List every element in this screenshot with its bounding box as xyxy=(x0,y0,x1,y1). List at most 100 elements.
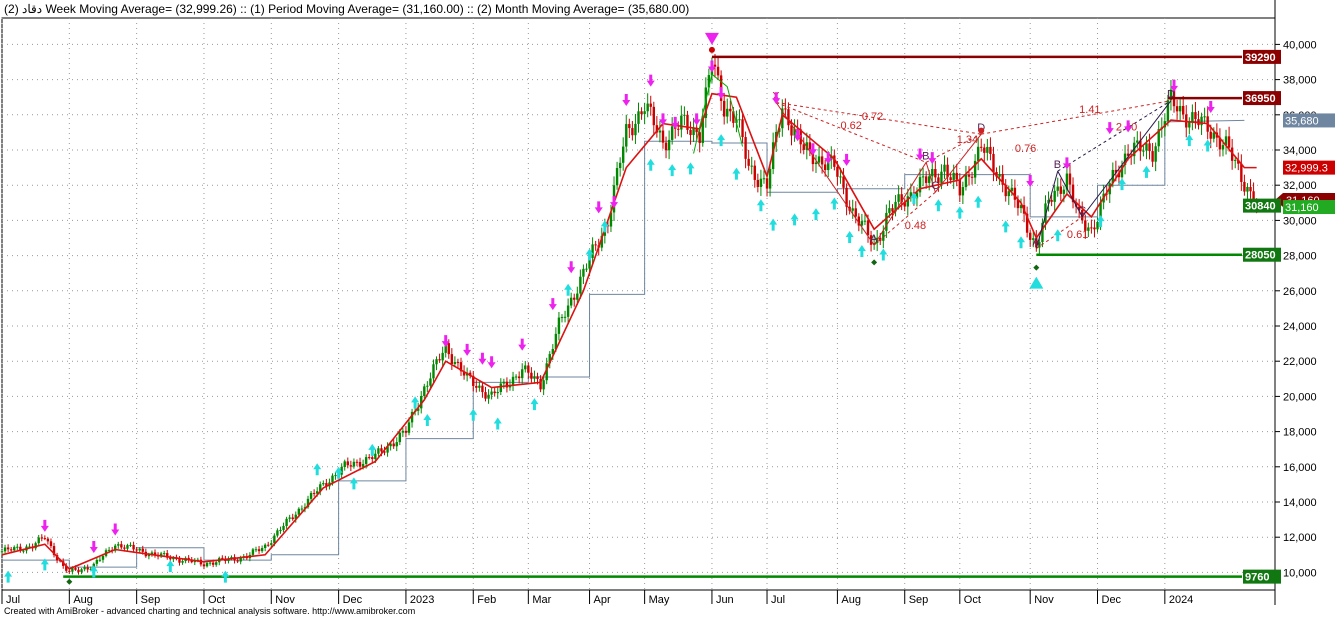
candle-body xyxy=(860,221,864,226)
candle-body xyxy=(392,443,395,447)
candle-body xyxy=(1142,150,1145,152)
candle-body xyxy=(101,555,105,560)
footer-credit: Created with AmiBroker - advanced charti… xyxy=(4,606,416,616)
candle-body xyxy=(759,178,763,187)
candle-body xyxy=(349,465,353,467)
buy-arrow-icon xyxy=(811,208,820,221)
candle-body xyxy=(107,549,111,551)
candle-body xyxy=(1154,146,1157,162)
buy-arrow-icon xyxy=(1001,220,1010,233)
candle-body xyxy=(716,66,720,76)
candle-body xyxy=(447,343,450,355)
pattern-ratio-label: 0.48 xyxy=(905,220,926,232)
sell-arrow-icon xyxy=(548,298,557,311)
candle-body xyxy=(980,146,983,148)
candle-body xyxy=(499,383,502,393)
candle-body xyxy=(6,547,10,550)
sell-arrow-icon xyxy=(842,153,851,166)
candle-body xyxy=(205,562,209,567)
candle-body xyxy=(680,115,683,130)
candle-body xyxy=(257,549,261,552)
candle-body xyxy=(631,128,634,136)
candle-body xyxy=(814,162,818,165)
candle-body xyxy=(1178,105,1182,112)
y-tick-label: 32,000 xyxy=(1283,180,1317,192)
x-tick-label: Feb xyxy=(477,594,496,606)
candle-body xyxy=(450,354,454,364)
candle-body xyxy=(126,545,129,549)
candle-body xyxy=(1145,143,1148,151)
buy-arrow-icon xyxy=(857,245,866,258)
x-tick-label: Dec xyxy=(343,594,363,606)
buy-arrow-icon xyxy=(879,248,888,261)
candle-body xyxy=(279,529,282,531)
y-tick-label: 20,000 xyxy=(1283,391,1317,403)
pattern-point-label: B xyxy=(922,150,929,162)
candle-body xyxy=(13,547,16,551)
x-tick-label: Aug xyxy=(73,594,93,606)
sell-arrow-icon xyxy=(518,338,527,351)
low-diamond-icon xyxy=(66,578,73,585)
candle-body xyxy=(478,385,481,388)
x-tick-label: Jul xyxy=(6,594,20,606)
candle-body xyxy=(747,158,750,166)
buy-arrow-icon xyxy=(1017,236,1026,249)
candle-body xyxy=(970,176,974,178)
candle-body xyxy=(891,208,894,212)
candle-body xyxy=(594,244,597,246)
y-tick-label: 14,000 xyxy=(1283,497,1317,509)
candle-body xyxy=(667,139,671,151)
candle-body xyxy=(68,570,71,572)
candle-body xyxy=(741,119,744,138)
candle-body xyxy=(738,119,741,121)
candle-body xyxy=(1050,199,1053,202)
x-tick-label: Nov xyxy=(275,594,295,606)
buy-arrow-icon xyxy=(955,206,964,219)
y-tick-label: 22,000 xyxy=(1283,356,1317,368)
candle-body xyxy=(713,64,717,67)
candle-body xyxy=(377,448,380,454)
candle-body xyxy=(407,422,411,433)
sell-arrow-icon xyxy=(463,343,472,356)
buy-arrow-icon xyxy=(1053,229,1062,242)
candle-body xyxy=(983,147,986,153)
candle-body xyxy=(897,194,900,202)
y-tick-label: 34,000 xyxy=(1283,145,1317,157)
candle-body xyxy=(765,178,769,189)
candle-body xyxy=(569,297,573,306)
candle-body xyxy=(753,165,756,180)
candle-body xyxy=(1221,145,1225,150)
top-marker-icon xyxy=(704,32,719,45)
sell-arrow-icon xyxy=(594,201,603,214)
candle-body xyxy=(98,559,102,561)
candle-body xyxy=(1249,186,1252,192)
candle-body xyxy=(998,174,1001,177)
candle-body xyxy=(22,550,25,552)
x-tick-label: Oct xyxy=(208,594,225,606)
candle-body xyxy=(254,549,258,551)
candle-body xyxy=(854,208,857,217)
candle-body xyxy=(282,525,285,530)
price-tag-label: 39290 xyxy=(1245,52,1276,64)
candle-body xyxy=(43,538,47,540)
sell-arrow-icon xyxy=(111,523,120,536)
candle-body xyxy=(521,369,524,379)
candle-body xyxy=(1240,163,1243,182)
candle-body xyxy=(582,268,585,277)
y-tick-label: 16,000 xyxy=(1283,462,1317,474)
candle-body xyxy=(95,559,99,564)
candle-body xyxy=(787,109,790,126)
top-dot-icon xyxy=(708,46,715,53)
candle-body xyxy=(958,179,962,196)
candle-body xyxy=(1068,173,1072,185)
candle-body xyxy=(300,508,304,510)
candle-body xyxy=(566,305,570,317)
candle-body xyxy=(16,546,19,548)
candle-body xyxy=(429,378,432,386)
candle-body xyxy=(625,124,628,147)
candle-body xyxy=(557,317,561,334)
price-chart[interactable]: 10,000 12,000 14,000 16,000 18,000 20,000 22,0… xyxy=(0,0,1336,619)
candle-body xyxy=(1209,131,1212,139)
candle-body xyxy=(374,453,377,460)
candle-body xyxy=(83,567,86,570)
